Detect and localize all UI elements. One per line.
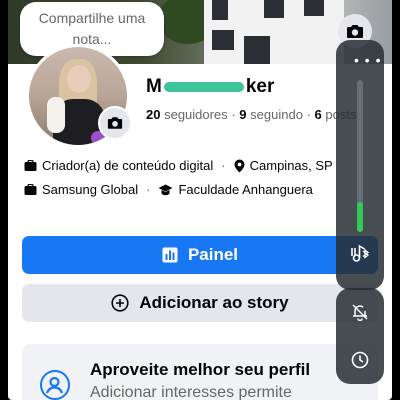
- graduation-cap-icon: [158, 184, 173, 195]
- location-text[interactable]: Campinas, SP: [250, 158, 333, 173]
- followers-count[interactable]: 20: [146, 107, 160, 122]
- timer-button[interactable]: [336, 340, 384, 380]
- add-story-button[interactable]: Adicionar ao story: [22, 284, 378, 322]
- education-text[interactable]: Faculdade Anhanguera: [178, 182, 312, 197]
- info-row-1: Criador(a) de conteúdo digital · Campina…: [24, 158, 333, 173]
- work-text[interactable]: Samsung Global: [42, 182, 138, 197]
- volume-panel: • • •: [336, 40, 384, 290]
- mute-button[interactable]: [336, 292, 384, 332]
- clock-icon: [351, 351, 369, 369]
- profile-stats: 20 seguidores · 9 seguindo · 6 posts: [146, 107, 356, 122]
- bluetooth-button[interactable]: [336, 236, 384, 270]
- following-label[interactable]: seguindo: [250, 107, 303, 122]
- name-redaction: [163, 81, 244, 92]
- map-pin-icon: [234, 159, 245, 172]
- info-row-2: Samsung Global · Faculdade Anhanguera: [24, 182, 313, 197]
- following-count[interactable]: 9: [239, 107, 246, 122]
- briefcase-icon: [24, 159, 37, 171]
- info-separator: ·: [146, 182, 151, 197]
- panel-menu-dots[interactable]: • • •: [354, 52, 381, 68]
- info-separator: ·: [221, 158, 226, 173]
- volume-slider[interactable]: [357, 80, 363, 232]
- profile-screen: Compartilhe uma nota... Mker 20 seguidor…: [8, 0, 392, 400]
- profile-name-prefix: M: [146, 76, 162, 97]
- camera-icon: [347, 24, 363, 38]
- stats-separator: ·: [231, 107, 236, 122]
- work-icon: [24, 183, 37, 195]
- volume-slider-fill: [357, 201, 363, 232]
- note-placeholder: Compartilhe uma nota...: [38, 10, 146, 47]
- card-subtitle: Adicionar interesses permite: [90, 384, 292, 400]
- user-circle-icon: [40, 370, 70, 400]
- profile-suggestion-card[interactable]: Aproveite melhor seu perfil Adicionar in…: [22, 344, 378, 400]
- avatar-camera-button[interactable]: [98, 106, 132, 140]
- posts-count[interactable]: 6: [315, 107, 322, 122]
- followers-label[interactable]: seguidores: [164, 107, 228, 122]
- profile-name: Mker: [146, 76, 274, 98]
- bluetooth-icon: [351, 244, 370, 262]
- plus-circle-icon: [111, 294, 129, 312]
- camera-icon: [107, 117, 123, 129]
- dashboard-button[interactable]: Painel: [22, 236, 378, 274]
- quick-controls-panel: [336, 288, 384, 384]
- profile-name-suffix: ker: [245, 76, 275, 97]
- category-text: Criador(a) de conteúdo digital: [42, 158, 214, 173]
- add-story-button-label: Adicionar ao story: [139, 293, 289, 312]
- cover-building: [204, 0, 344, 64]
- card-title: Aproveite melhor seu perfil: [90, 360, 311, 379]
- bell-off-icon: [352, 304, 368, 321]
- bar-chart-icon: [162, 247, 178, 263]
- dashboard-button-label: Painel: [187, 245, 239, 264]
- stats-separator: ·: [306, 107, 311, 122]
